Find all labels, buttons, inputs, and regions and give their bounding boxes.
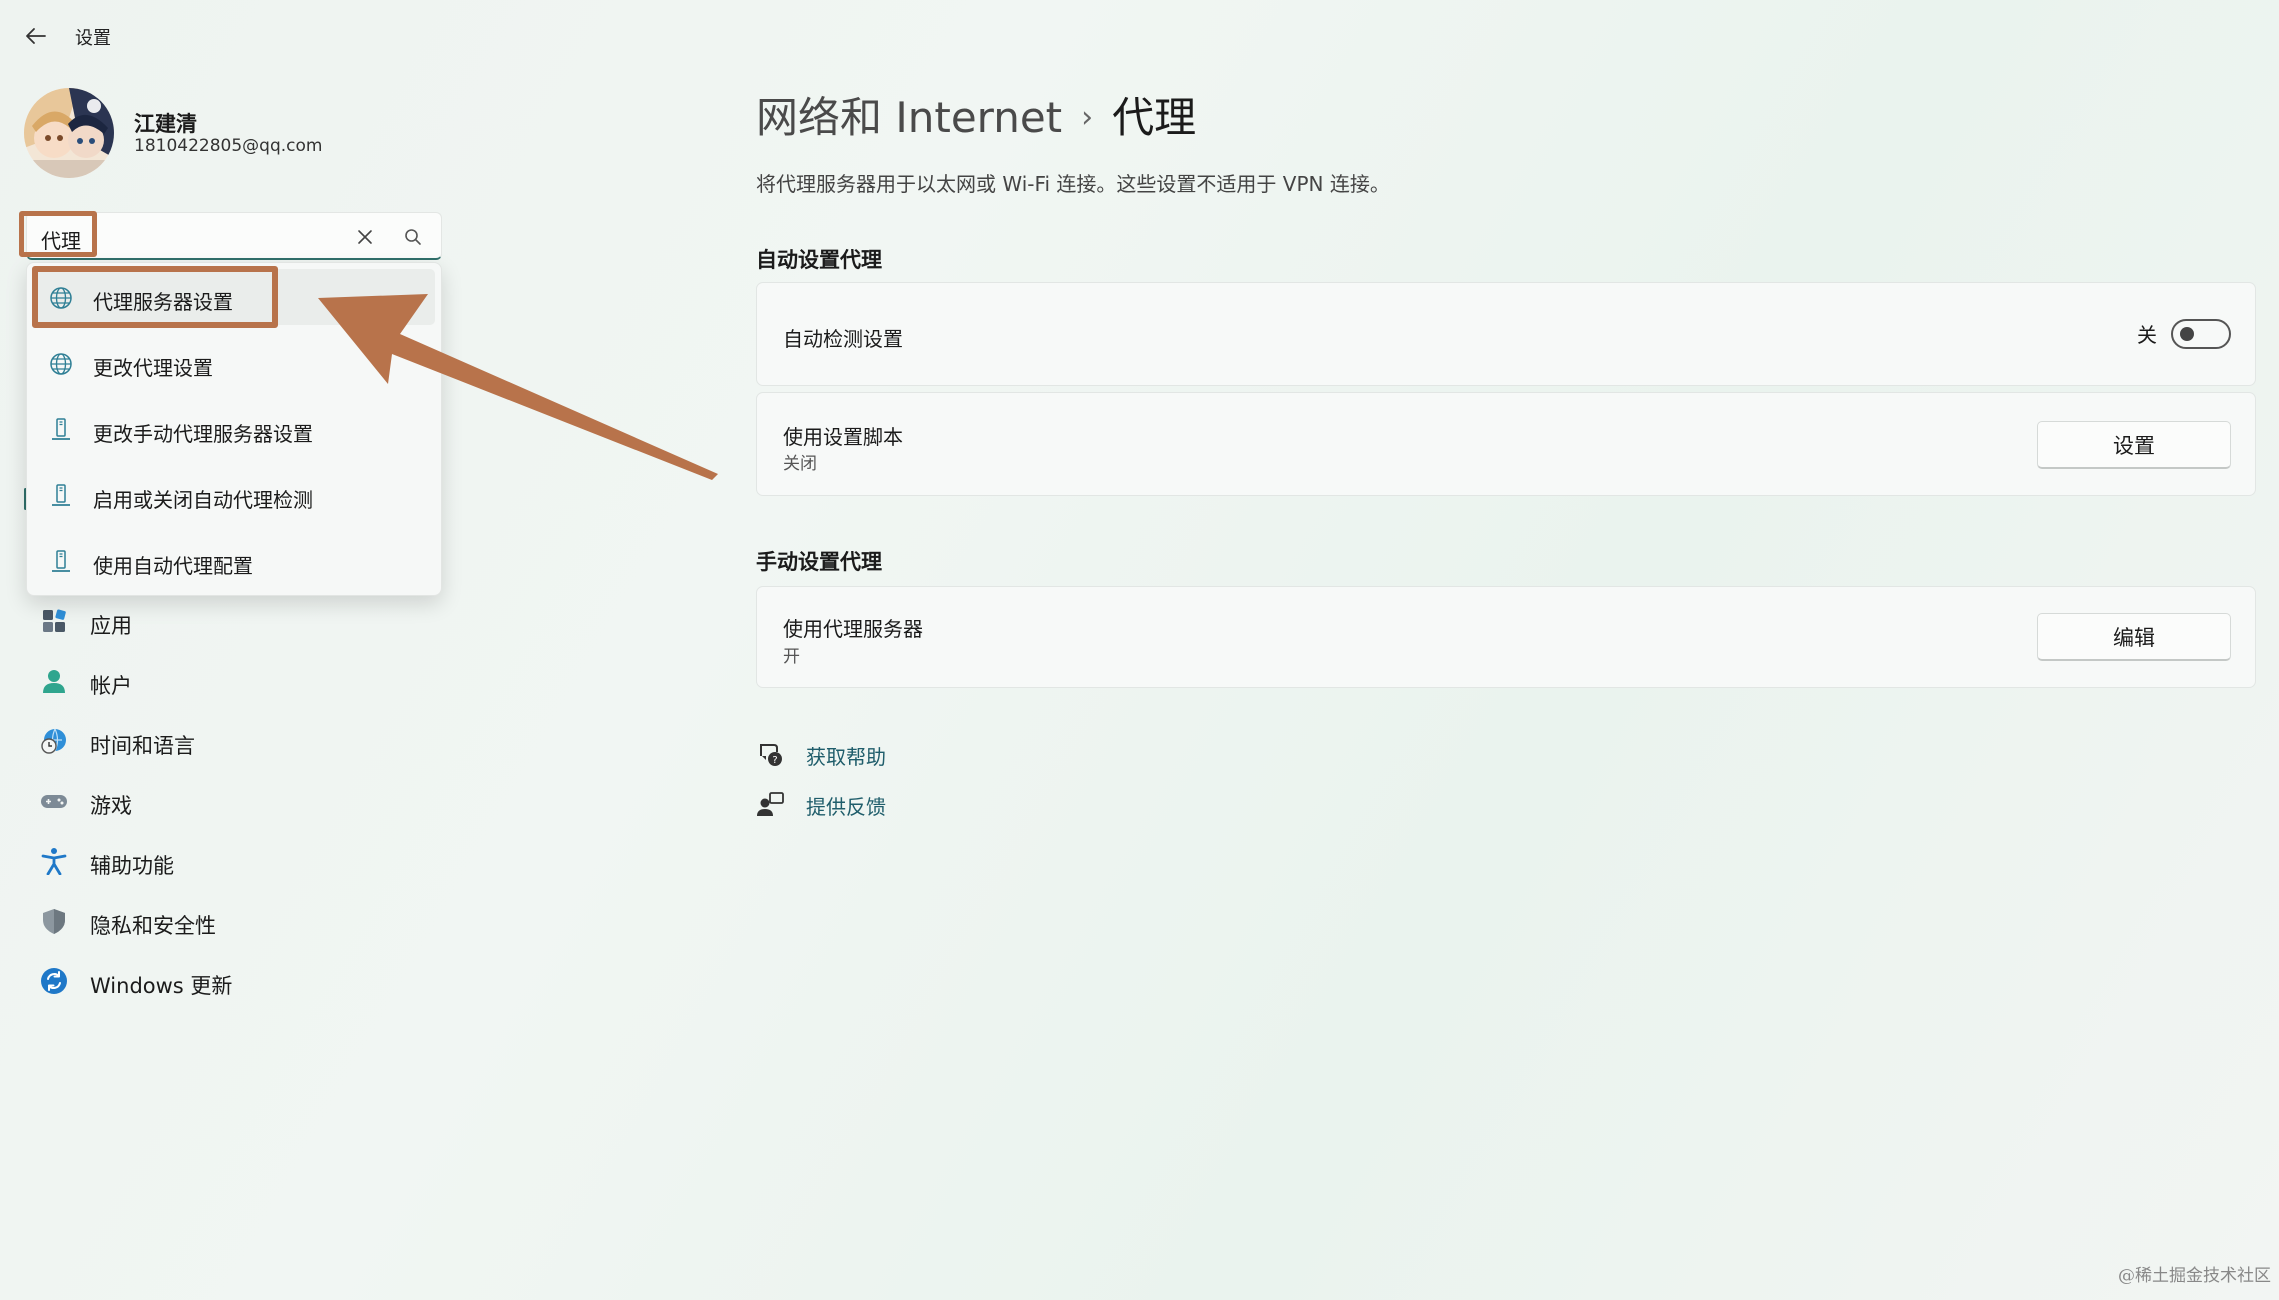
gamepad-icon [41,795,67,808]
suggestion-label: 更改代理设置 [93,356,213,380]
nav-item-privacy[interactable]: 隐私和安全性 [30,894,440,948]
suggestion-item[interactable]: 启用或关闭自动代理检测 [33,467,435,523]
breadcrumb-parent[interactable]: 网络和 Internet [756,93,1062,142]
apps-icon [43,609,66,632]
page-description: 将代理服务器用于以太网或 Wi-Fi 连接。这些设置不适用于 VPN 连接。 [756,172,1390,196]
globe-icon [50,287,72,309]
section-title-auto-proxy: 自动设置代理 [756,248,882,272]
nav-item-gaming[interactable]: 游戏 [30,774,440,828]
nav-item-apps[interactable]: 应用 [30,594,440,648]
user-profile[interactable]: 江建清 1810422805@qq.com [24,88,444,178]
profile-email: 1810422805@qq.com [134,136,323,156]
nav-item-label: Windows 更新 [90,974,233,998]
breadcrumb: 网络和 Internet › 代理 [756,84,1196,144]
search-input[interactable]: 代理 [26,212,442,260]
nav-item-label: 应用 [90,614,132,638]
page-title: 代理 [1112,93,1197,142]
nav-item-label: 时间和语言 [90,734,195,758]
feedback-icon [757,792,784,816]
title-bar: 设置 [0,0,2279,72]
pc-tower-icon [52,418,70,440]
close-icon[interactable] [355,227,375,247]
link-label: 获取帮助 [806,745,886,769]
time-language-icon [41,728,66,754]
setting-title: 使用代理服务器 [783,617,923,641]
window-title: 设置 [75,28,111,49]
setting-card-setup-script: 使用设置脚本 关闭 设置 [756,392,2256,496]
nav-item-accessibility[interactable]: 辅助功能 [30,834,440,888]
suggestion-label: 启用或关闭自动代理检测 [93,488,313,512]
setting-title: 自动检测设置 [783,327,903,351]
edit-proxy-button[interactable]: 编辑 [2037,613,2231,661]
back-button[interactable] [20,20,52,52]
nav-item-account[interactable]: 帐户 [30,654,440,708]
suggestion-item[interactable]: 更改代理设置 [33,335,435,391]
suggestion-label: 更改手动代理服务器设置 [93,422,313,446]
toggle-knob [2180,327,2194,341]
suggestion-label: 使用自动代理配置 [93,554,253,578]
setting-status: 关闭 [783,454,817,474]
globe-icon [50,353,72,375]
back-arrow-icon [26,28,46,44]
section-title-manual-proxy: 手动设置代理 [756,550,882,574]
breadcrumb-separator: › [1081,100,1094,135]
nav-item-label: 隐私和安全性 [90,914,216,938]
profile-name: 江建清 [134,112,197,136]
setting-status: 开 [783,647,800,667]
pc-tower-icon [52,550,70,572]
nav-item-time-language[interactable]: 时间和语言 [30,714,440,768]
account-icon [43,670,65,693]
toggle-state-label: 关 [2137,323,2157,347]
search-icon[interactable] [403,227,423,247]
setting-title: 使用设置脚本 [783,425,903,449]
svg-text:?: ? [772,755,777,766]
search-value: 代理 [41,229,81,253]
nav-item-label: 帐户 [90,674,132,698]
suggestion-label: 代理服务器设置 [93,290,233,314]
nav-item-label: 游戏 [90,794,132,818]
nav-item-windows-update[interactable]: Windows 更新 [30,954,440,1008]
help-chat-icon: ? [760,744,782,766]
pc-tower-icon [52,484,70,506]
avatar [24,88,114,178]
setting-card-auto-detect: 自动检测设置 关 [756,282,2256,386]
link-label: 提供反馈 [806,795,886,819]
shield-icon [43,909,65,934]
nav-item-label: 辅助功能 [90,854,174,878]
watermark: @稀土掘金技术社区 [2118,1266,2271,1286]
suggestion-item[interactable]: 使用自动代理配置 [33,533,435,589]
setup-script-button[interactable]: 设置 [2037,421,2231,469]
windows-update-icon [41,968,67,994]
suggestion-item[interactable]: 更改手动代理服务器设置 [33,401,435,457]
auto-detect-toggle[interactable] [2171,319,2231,349]
accessibility-icon [41,848,67,875]
suggestion-item[interactable]: 代理服务器设置 [33,269,435,325]
search-suggestions: 代理服务器设置 更改代理设置 更改手动代理服务器设置 启用或关闭自动代理检测 使… [26,262,442,596]
setting-card-proxy-server: 使用代理服务器 开 编辑 [756,586,2256,688]
